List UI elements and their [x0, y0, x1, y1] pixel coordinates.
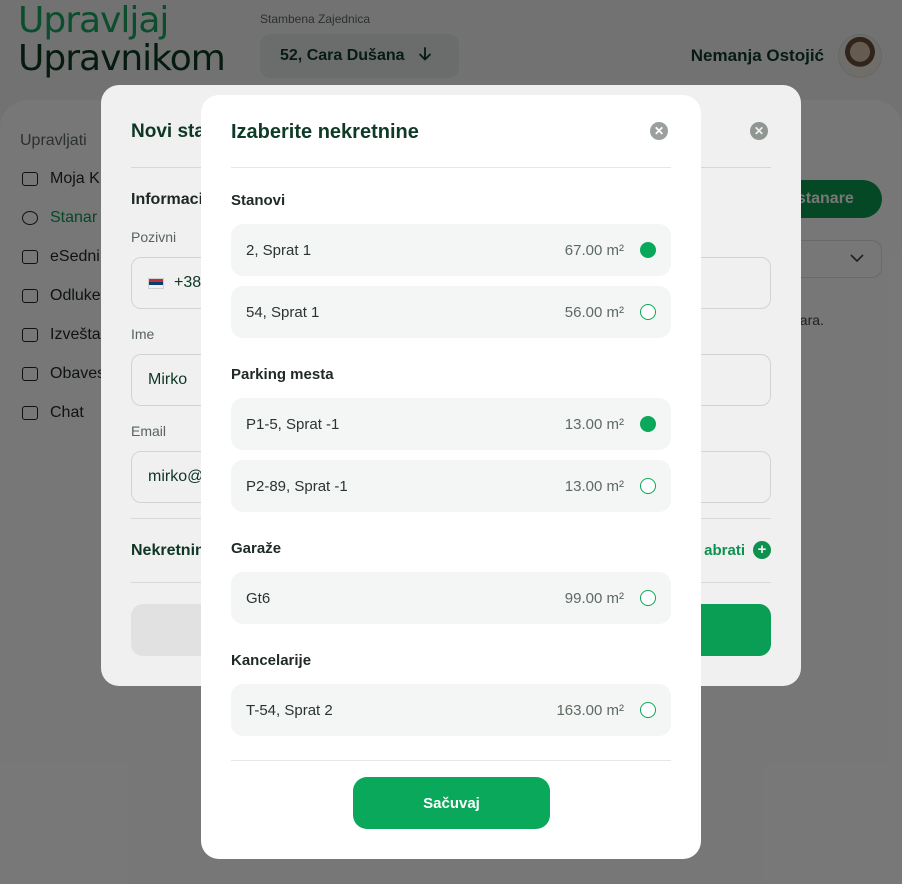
group-title-parking: Parking mesta [231, 366, 334, 383]
property-area: 99.00 m² [564, 589, 624, 607]
radio-selected-icon[interactable] [640, 416, 656, 432]
property-name: Gt6 [246, 589, 271, 607]
property-item[interactable]: 2, Sprat 1 67.00 m² [231, 224, 671, 276]
property-item[interactable]: Gt6 99.00 m² [231, 572, 671, 624]
modal-title: Izaberite nekretnine [231, 121, 419, 143]
property-item[interactable]: P2-89, Sprat -1 13.00 m² [231, 460, 671, 512]
select-properties-modal: Izaberite nekretnine ✕ Stanovi 2, Sprat … [201, 95, 701, 859]
property-name: P1-5, Sprat -1 [246, 415, 340, 433]
property-area: 56.00 m² [564, 303, 624, 321]
property-item[interactable]: T-54, Sprat 2 163.00 m² [231, 684, 671, 736]
divider [231, 167, 671, 168]
close-icon[interactable]: ✕ [650, 122, 668, 140]
group-title-apartments: Stanovi [231, 192, 286, 209]
radio-unselected-icon[interactable] [640, 478, 656, 494]
group-title-garages: Garaže [231, 540, 282, 557]
property-item[interactable]: P1-5, Sprat -1 13.00 m² [231, 398, 671, 450]
property-area: 13.00 m² [564, 477, 624, 495]
property-area: 13.00 m² [564, 415, 624, 433]
property-name: P2-89, Sprat -1 [246, 477, 348, 495]
group-title-offices: Kancelarije [231, 652, 312, 669]
property-name: 54, Sprat 1 [246, 303, 320, 321]
property-name: T-54, Sprat 2 [246, 701, 333, 719]
property-item[interactable]: 54, Sprat 1 56.00 m² [231, 286, 671, 338]
property-area: 67.00 m² [564, 241, 624, 259]
property-area: 163.00 m² [556, 701, 624, 719]
radio-unselected-icon[interactable] [640, 304, 656, 320]
save-button[interactable]: Sačuvaj [353, 777, 550, 829]
divider [231, 760, 671, 761]
property-name: 2, Sprat 1 [246, 241, 312, 259]
radio-unselected-icon[interactable] [640, 702, 656, 718]
radio-selected-icon[interactable] [640, 242, 656, 258]
radio-unselected-icon[interactable] [640, 590, 656, 606]
